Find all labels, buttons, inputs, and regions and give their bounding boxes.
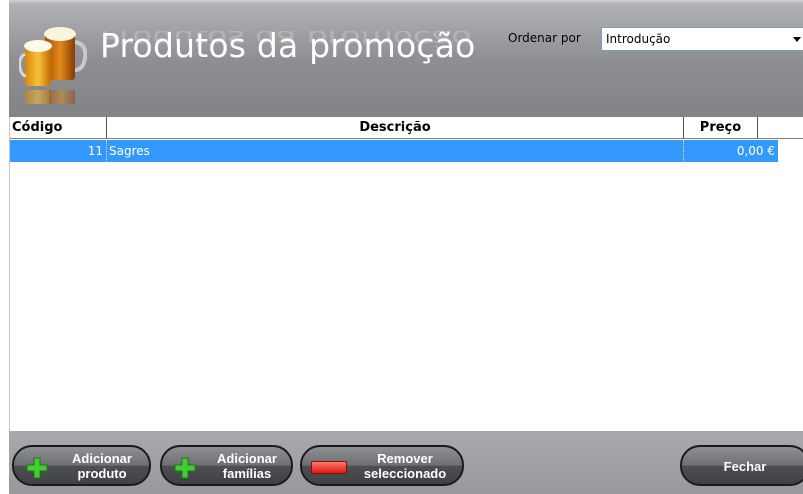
sort-selected-value: Introdução — [606, 32, 671, 46]
remove-selected-label-line1: Remover — [377, 451, 433, 466]
cell-price: 0,00 € — [736, 144, 775, 158]
plus-icon — [174, 457, 196, 479]
page-title-reflection: Produtos da promoção — [100, 31, 472, 52]
products-table[interactable]: Código Descrição Preço 11 Sagres 0,00 € — [9, 117, 803, 431]
add-families-label-line1: Adicionar — [217, 451, 277, 466]
promotion-products-window: Produtos da promoção Produtos da promoçã… — [9, 0, 803, 494]
cell-description: Sagres — [107, 140, 684, 162]
cell-code: 11 — [10, 140, 107, 162]
beer-mugs-icon — [19, 27, 87, 104]
sort-label: Ordenar por — [508, 31, 581, 45]
chevron-down-icon[interactable] — [793, 37, 801, 42]
header-bar: Produtos da promoção Produtos da promoçã… — [9, 0, 803, 117]
add-product-label-line1: Adicionar — [72, 451, 132, 466]
bottom-toolbar: Adicionar produto Adicionar famílias Rem… — [9, 431, 803, 494]
minus-icon — [311, 461, 347, 474]
column-header-code[interactable]: Código — [10, 117, 107, 138]
add-families-button[interactable]: Adicionar famílias — [160, 445, 293, 486]
add-product-button[interactable]: Adicionar produto — [12, 445, 151, 486]
column-header-price[interactable]: Preço — [684, 117, 758, 138]
remove-selected-label-line2: seleccionado — [363, 466, 447, 481]
remove-selected-button[interactable]: Remover seleccionado — [300, 445, 464, 486]
add-product-label-line2: produto — [77, 466, 127, 481]
close-label: Fechar — [723, 459, 767, 474]
plus-icon — [26, 457, 48, 479]
sort-dropdown[interactable]: Introdução — [601, 27, 803, 51]
column-header-description[interactable]: Descrição — [107, 117, 684, 138]
table-row[interactable]: 11 Sagres 0,00 € — [10, 140, 778, 162]
table-header: Código Descrição Preço — [10, 117, 803, 139]
add-families-label-line2: famílias — [222, 466, 272, 481]
close-button[interactable]: Fechar — [680, 445, 803, 486]
